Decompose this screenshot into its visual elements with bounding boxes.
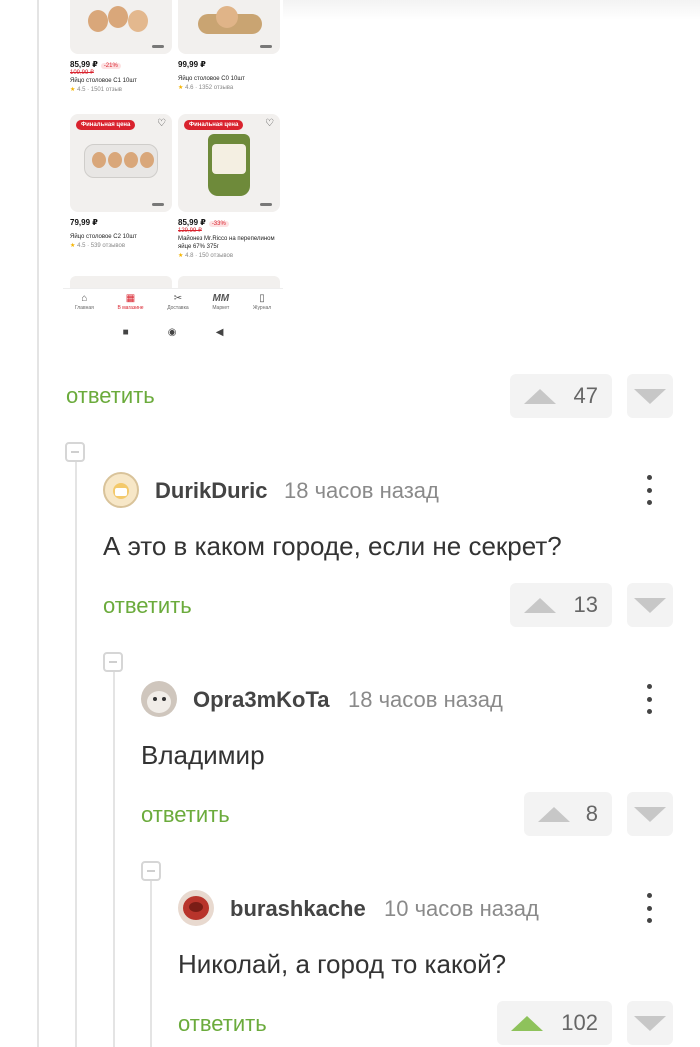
upvote-widget[interactable]: 102 bbox=[497, 1001, 612, 1045]
nav-market[interactable]: MM Маркет bbox=[212, 289, 229, 318]
nav-in-store[interactable]: ▦ В магазине bbox=[118, 289, 144, 318]
grid-icon: ▦ bbox=[125, 293, 136, 304]
top-fade bbox=[283, 0, 700, 20]
upvote-widget[interactable]: 8 bbox=[524, 792, 612, 836]
thread-line-root bbox=[37, 0, 39, 1047]
android-system-bar: ■ ◉ ◀ bbox=[63, 322, 283, 342]
thread-line-level2 bbox=[113, 672, 115, 1047]
book-icon: ▯ bbox=[259, 293, 265, 304]
upvote-arrow-icon[interactable] bbox=[511, 1015, 543, 1031]
back-icon[interactable]: ◀ bbox=[216, 327, 224, 338]
home-circle-icon[interactable]: ◉ bbox=[168, 327, 177, 338]
thread-line-level3 bbox=[150, 880, 152, 1047]
embedded-screenshot: 85,99 ₽ -21% 109,99 ₽ Яйцо столовое С1 10… bbox=[63, 0, 283, 350]
comment-text: А это в каком городе, если не секрет? bbox=[103, 531, 562, 561]
product-card: 99,99 ₽ Яйцо столовое С0 10шт ★ 4.6 · 13… bbox=[178, 0, 280, 91]
thread-line-level1 bbox=[75, 462, 77, 1047]
comment-author[interactable]: burashkache bbox=[230, 896, 366, 922]
comment-text: Николай, а город то какой? bbox=[178, 949, 507, 979]
nav-journal[interactable]: ▯ Журнал bbox=[253, 289, 271, 318]
product-rating: ★ 4.5 · 539 отзывов bbox=[70, 243, 126, 249]
downvote-arrow-icon bbox=[634, 806, 666, 822]
product-price: 99,99 ₽ bbox=[178, 60, 206, 69]
star-icon: ★ bbox=[178, 85, 184, 91]
upvote-arrow-icon[interactable] bbox=[538, 806, 570, 822]
downvote-button[interactable] bbox=[627, 792, 673, 836]
comment-time: 18 часов назад bbox=[348, 687, 503, 712]
downvote-button[interactable] bbox=[627, 1001, 673, 1045]
product-card: Финальная цена ♡ 79,99 ₽ Яйцо столовое С… bbox=[70, 114, 172, 249]
recents-icon[interactable]: ■ bbox=[123, 327, 129, 338]
final-price-badge: Финальная цена bbox=[76, 120, 136, 130]
upvote-arrow-icon[interactable] bbox=[524, 388, 556, 404]
comment-author[interactable]: Opra3mKoTa bbox=[193, 687, 330, 713]
product-price: 79,99 ₽ bbox=[70, 218, 98, 227]
more-options-icon[interactable] bbox=[643, 893, 655, 923]
product-image bbox=[70, 0, 172, 54]
more-options-icon[interactable] bbox=[643, 684, 655, 714]
reply-link[interactable]: ответить bbox=[141, 802, 230, 828]
favorite-heart-icon[interactable]: ♡ bbox=[265, 118, 274, 129]
product-name: Майонез Mr.Ricco на перепелином яйце 67%… bbox=[178, 236, 275, 250]
downvote-arrow-icon bbox=[634, 1015, 666, 1031]
product-rating: ★ 4.5 · 1501 отзыв bbox=[70, 87, 122, 93]
product-image bbox=[178, 0, 280, 54]
downvote-arrow-icon bbox=[634, 597, 666, 613]
product-old-price: 129,99 ₽ bbox=[178, 228, 202, 234]
home-icon: ⌂ bbox=[81, 293, 88, 304]
collapse-thread-button[interactable] bbox=[65, 442, 85, 462]
upvote-widget[interactable]: 13 bbox=[510, 583, 612, 627]
product-card: Финальная цена ♡ 85,99 ₽ -33% 129,99 ₽ Ма… bbox=[178, 114, 280, 259]
nav-delivery[interactable]: ✂ Доставка bbox=[167, 289, 188, 318]
downvote-button[interactable] bbox=[627, 374, 673, 418]
star-icon: ★ bbox=[70, 243, 76, 249]
comments-page: 85,99 ₽ -21% 109,99 ₽ Яйцо столовое С1 10… bbox=[0, 0, 700, 1047]
favorite-heart-icon[interactable]: ♡ bbox=[157, 118, 166, 129]
product-old-price: 109,99 ₽ bbox=[70, 70, 94, 76]
collapse-thread-button[interactable] bbox=[141, 861, 161, 881]
product-name: Яйцо столовое С0 10шт bbox=[178, 76, 245, 82]
product-price: 85,99 ₽ -33% bbox=[178, 218, 280, 227]
collapse-thread-button[interactable] bbox=[103, 652, 123, 672]
product-name: Яйцо столовое С2 10шт bbox=[70, 234, 137, 240]
comment-author[interactable]: DurikDuric bbox=[155, 478, 267, 504]
final-price-badge: Финальная цена bbox=[184, 120, 244, 130]
product-card: 85,99 ₽ -21% 109,99 ₽ Яйцо столовое С1 10… bbox=[70, 0, 172, 93]
vote-count: 102 bbox=[561, 1010, 598, 1035]
vote-count: 8 bbox=[585, 801, 598, 826]
vote-count: 13 bbox=[573, 592, 598, 617]
reply-link[interactable]: ответить bbox=[103, 593, 192, 619]
product-name: Яйцо столовое С1 10шт bbox=[70, 78, 137, 84]
comment-time: 10 часов назад bbox=[384, 896, 539, 921]
product-card-partial bbox=[178, 276, 280, 288]
star-icon: ★ bbox=[178, 253, 184, 259]
upvote-arrow-icon[interactable] bbox=[524, 597, 556, 613]
product-price: 85,99 ₽ -21% bbox=[70, 60, 172, 69]
nav-home[interactable]: ⌂ Главная bbox=[75, 289, 94, 318]
app-bottom-nav: ⌂ Главная ▦ В магазине ✂ Доставка MM Маркет … bbox=[63, 288, 283, 318]
avatar[interactable] bbox=[178, 890, 214, 926]
avatar[interactable] bbox=[141, 681, 177, 717]
avatar[interactable] bbox=[103, 472, 139, 508]
reply-link[interactable]: ответить bbox=[66, 383, 155, 409]
star-icon: ★ bbox=[70, 87, 76, 93]
comment-text: Владимир bbox=[141, 740, 265, 770]
reply-link[interactable]: ответить bbox=[178, 1011, 267, 1037]
downvote-button[interactable] bbox=[627, 583, 673, 627]
product-rating: ★ 4.8 · 150 отзывов bbox=[178, 253, 234, 259]
product-rating: ★ 4.6 · 1352 отзыва bbox=[178, 85, 234, 91]
upvote-widget[interactable]: 47 bbox=[510, 374, 612, 418]
downvote-arrow-icon bbox=[634, 388, 666, 404]
market-icon: MM bbox=[212, 293, 230, 304]
product-card-partial bbox=[70, 276, 172, 288]
more-options-icon[interactable] bbox=[643, 475, 655, 505]
comment-time: 18 часов назад bbox=[284, 478, 439, 503]
delivery-icon: ✂ bbox=[173, 293, 183, 304]
vote-count: 47 bbox=[573, 383, 598, 408]
